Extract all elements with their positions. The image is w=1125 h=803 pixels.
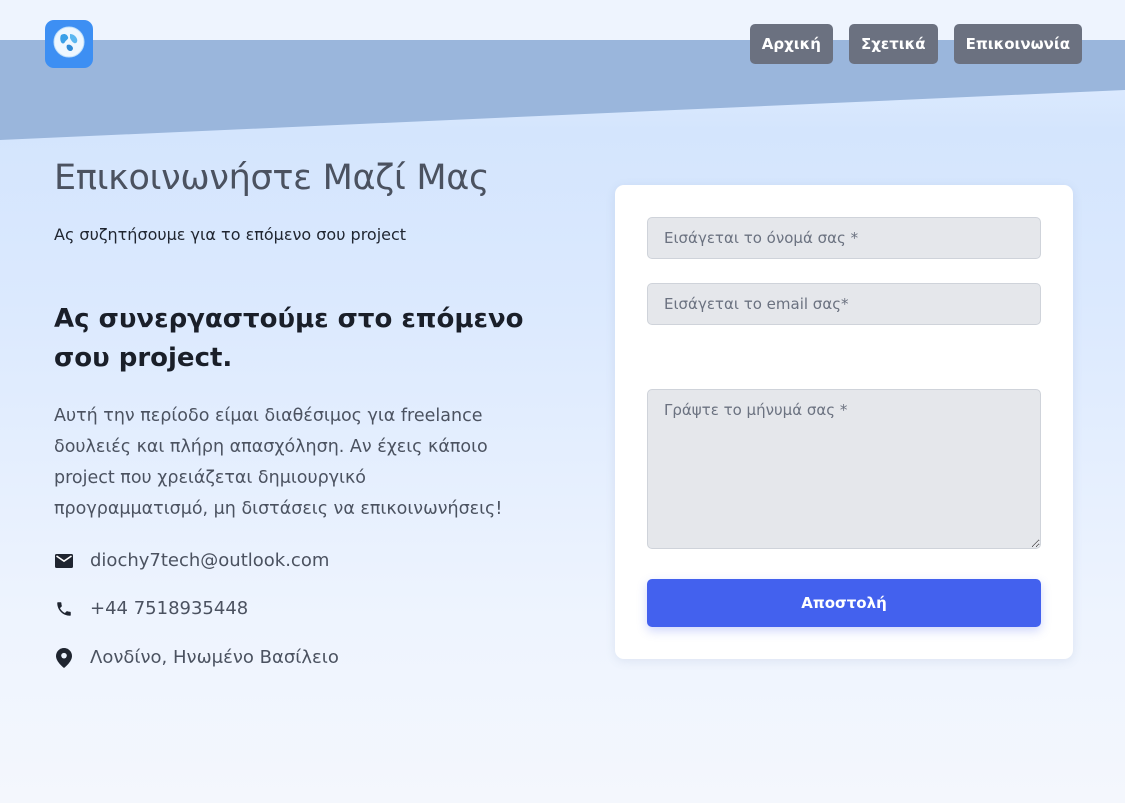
contact-location-row: Λονδίνο, Ηνωμένο Βασίλειο [54, 647, 339, 668]
contact-phone-row: +44 7518935448 [54, 598, 248, 619]
nav-home-button[interactable]: Αρχική [749, 24, 833, 64]
email-input[interactable] [647, 283, 1041, 325]
location-pin-icon [54, 647, 74, 668]
contact-location-text: Λονδίνο, Ηνωμένο Βασίλειο [90, 647, 339, 668]
globe-icon [52, 25, 86, 63]
page-title: Επικοινωνήστε Μαζί Μας [54, 158, 490, 198]
availability-description: Αυτή την περίοδο είμαι διαθέσιμος για fr… [54, 406, 503, 519]
collaboration-heading: Ας συνεργαστούμε στο επόμενο σου project… [54, 304, 524, 373]
phone-icon [54, 599, 74, 619]
contact-phone-text[interactable]: +44 7518935448 [90, 598, 248, 619]
page-subtitle: Ας συζητήσουμε για το επόμενο σου projec… [54, 225, 407, 244]
contact-email-text[interactable]: diochy7tech@outlook.com [90, 550, 329, 571]
name-input[interactable] [647, 217, 1041, 259]
mail-icon [54, 551, 74, 571]
contact-form-card: Αποστολή [615, 185, 1073, 659]
logo[interactable] [45, 20, 93, 68]
nav-contact-button[interactable]: Επικοινωνία [953, 24, 1082, 64]
contact-email-row: diochy7tech@outlook.com [54, 550, 329, 571]
nav-about-button[interactable]: Σχετικά [848, 24, 938, 64]
main-nav: Αρχική Σχετικά Επικοινωνία [749, 24, 1082, 64]
submit-button[interactable]: Αποστολή [647, 579, 1041, 627]
message-textarea[interactable] [647, 389, 1041, 549]
